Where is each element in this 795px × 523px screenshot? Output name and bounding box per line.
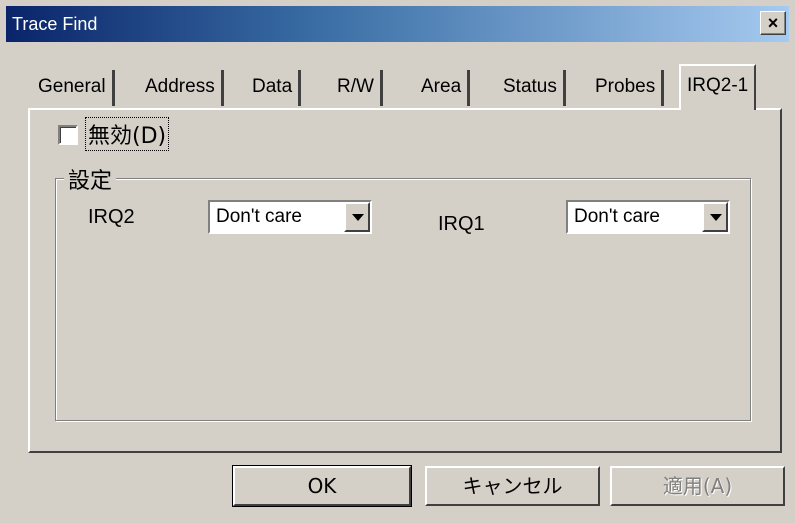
irq1-select[interactable]: Don't care <box>566 200 730 234</box>
close-icon: × <box>767 13 779 33</box>
tab-area[interactable]: Area <box>415 70 471 106</box>
disable-checkbox-label[interactable]: 無効(D) <box>84 117 170 151</box>
cancel-button[interactable]: キャンセル <box>425 466 600 506</box>
tab-probes[interactable]: Probes <box>589 70 665 106</box>
title-bar[interactable]: Trace Find × <box>6 6 789 42</box>
tab-data[interactable]: Data <box>246 70 302 106</box>
irq2-select[interactable]: Don't care <box>208 200 372 234</box>
irq1-label: IRQ1 <box>438 213 485 235</box>
apply-button[interactable]: 適用(A) <box>610 466 785 506</box>
trace-find-dialog: Trace Find × General Address Data R/W Ar… <box>0 0 795 523</box>
settings-group-label: 設定 <box>64 163 117 195</box>
tab-rw[interactable]: R/W <box>331 70 383 106</box>
irq2-label: IRQ2 <box>88 206 135 228</box>
close-button[interactable]: × <box>760 11 786 35</box>
window-title: Trace Find <box>12 14 98 34</box>
irq1-select-value: Don't care <box>574 206 661 227</box>
tab-status[interactable]: Status <box>497 70 566 106</box>
tab-irq2-1[interactable]: IRQ2-1 <box>679 64 757 110</box>
irq2-select-value: Don't care <box>216 206 303 227</box>
chevron-down-icon[interactable] <box>702 202 728 232</box>
tab-address[interactable]: Address <box>139 70 224 106</box>
ok-button[interactable]: OK <box>232 465 412 507</box>
tab-general[interactable]: General <box>32 70 115 106</box>
chevron-down-icon[interactable] <box>344 202 370 232</box>
disable-checkbox[interactable] <box>58 125 78 145</box>
